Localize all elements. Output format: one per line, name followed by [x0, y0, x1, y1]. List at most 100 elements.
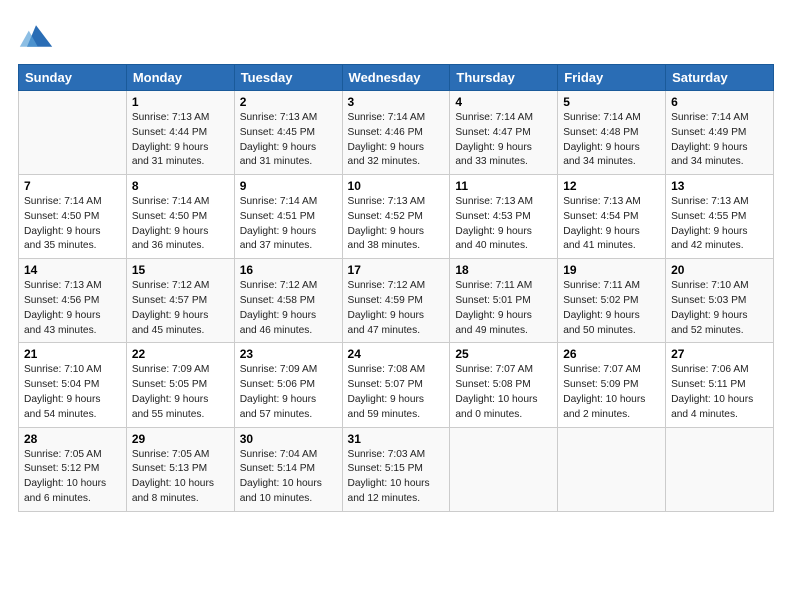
weekday-header-wednesday: Wednesday: [342, 65, 450, 91]
calendar-week-row: 1 Sunrise: 7:13 AM Sunset: 4:44 PM Daylig…: [19, 91, 774, 175]
day-number: 19: [563, 263, 660, 277]
day-info: Sunrise: 7:14 AM Sunset: 4:46 PM Dayligh…: [348, 111, 445, 170]
calendar-empty-cell: [19, 91, 127, 175]
calendar-day-7: 7Sunrise: 7:14 AM Sunset: 4:50 PM Daylig…: [19, 175, 127, 259]
calendar-day-6: 6Sunrise: 7:14 AM Sunset: 4:49 PM Daylig…: [666, 91, 774, 175]
day-number: 4: [455, 95, 552, 109]
day-number: 16: [240, 263, 337, 277]
day-number: 2: [240, 95, 337, 109]
calendar-day-23: 23 Sunrise: 7:09 AM Sunset: 5:06 PM Dayli…: [234, 343, 342, 427]
day-number: 8: [132, 179, 229, 193]
day-number: 31: [348, 432, 445, 446]
day-info: Sunrise: 7:14 AM Sunset: 4:48 PM Dayligh…: [563, 111, 660, 170]
page: SundayMondayTuesdayWednesdayThursdayFrid…: [0, 0, 792, 612]
weekday-header-saturday: Saturday: [666, 65, 774, 91]
calendar-day-4: 4Sunrise: 7:14 AM Sunset: 4:47 PM Daylig…: [450, 91, 558, 175]
day-number: 30: [240, 432, 337, 446]
day-info: Sunrise: 7:12 AM Sunset: 4:57 PM Dayligh…: [132, 279, 229, 338]
weekday-header-thursday: Thursday: [450, 65, 558, 91]
calendar-empty-cell: [558, 427, 666, 511]
calendar-day-22: 22 Sunrise: 7:09 AM Sunset: 5:05 PM Dayli…: [126, 343, 234, 427]
day-number: 20: [671, 263, 768, 277]
day-info: Sunrise: 7:04 AM Sunset: 5:14 PM Dayligh…: [240, 448, 337, 507]
day-number: 27: [671, 347, 768, 361]
day-info: Sunrise: 7:11 AM Sunset: 5:02 PM Dayligh…: [563, 279, 660, 338]
calendar-day-29: 29 Sunrise: 7:05 AM Sunset: 5:13 PM Dayli…: [126, 427, 234, 511]
day-info: Sunrise: 7:10 AM Sunset: 5:03 PM Dayligh…: [671, 279, 768, 338]
calendar-day-28: 28Sunrise: 7:05 AM Sunset: 5:12 PM Dayli…: [19, 427, 127, 511]
day-info: Sunrise: 7:13 AM Sunset: 4:44 PM Dayligh…: [132, 111, 229, 170]
calendar-day-1: 1 Sunrise: 7:13 AM Sunset: 4:44 PM Daylig…: [126, 91, 234, 175]
calendar-day-14: 14Sunrise: 7:13 AM Sunset: 4:56 PM Dayli…: [19, 259, 127, 343]
day-number: 25: [455, 347, 552, 361]
calendar-day-26: 26 Sunrise: 7:07 AM Sunset: 5:09 PM Dayli…: [558, 343, 666, 427]
day-number: 9: [240, 179, 337, 193]
calendar-day-3: 3 Sunrise: 7:14 AM Sunset: 4:46 PM Daylig…: [342, 91, 450, 175]
weekday-header-monday: Monday: [126, 65, 234, 91]
header: [18, 18, 774, 54]
weekday-header-tuesday: Tuesday: [234, 65, 342, 91]
day-info: Sunrise: 7:14 AM Sunset: 4:49 PM Dayligh…: [671, 111, 768, 170]
logo-icon: [18, 18, 54, 54]
weekday-header-sunday: Sunday: [19, 65, 127, 91]
calendar-day-12: 12 Sunrise: 7:13 AM Sunset: 4:54 PM Dayli…: [558, 175, 666, 259]
day-number: 11: [455, 179, 552, 193]
calendar-day-17: 17 Sunrise: 7:12 AM Sunset: 4:59 PM Dayli…: [342, 259, 450, 343]
logo: [18, 18, 58, 54]
calendar-week-row: 21Sunrise: 7:10 AM Sunset: 5:04 PM Dayli…: [19, 343, 774, 427]
day-number: 3: [348, 95, 445, 109]
calendar-day-25: 25 Sunrise: 7:07 AM Sunset: 5:08 PM Dayli…: [450, 343, 558, 427]
day-info: Sunrise: 7:14 AM Sunset: 4:51 PM Dayligh…: [240, 195, 337, 254]
calendar-day-20: 20 Sunrise: 7:10 AM Sunset: 5:03 PM Dayli…: [666, 259, 774, 343]
day-info: Sunrise: 7:13 AM Sunset: 4:55 PM Dayligh…: [671, 195, 768, 254]
calendar-day-16: 16 Sunrise: 7:12 AM Sunset: 4:58 PM Dayli…: [234, 259, 342, 343]
day-info: Sunrise: 7:09 AM Sunset: 5:06 PM Dayligh…: [240, 363, 337, 422]
day-info: Sunrise: 7:03 AM Sunset: 5:15 PM Dayligh…: [348, 448, 445, 507]
calendar-day-15: 15 Sunrise: 7:12 AM Sunset: 4:57 PM Dayli…: [126, 259, 234, 343]
day-info: Sunrise: 7:14 AM Sunset: 4:50 PM Dayligh…: [132, 195, 229, 254]
calendar-table: SundayMondayTuesdayWednesdayThursdayFrid…: [18, 64, 774, 512]
day-info: Sunrise: 7:13 AM Sunset: 4:45 PM Dayligh…: [240, 111, 337, 170]
day-number: 26: [563, 347, 660, 361]
calendar-day-31: 31 Sunrise: 7:03 AM Sunset: 5:15 PM Dayli…: [342, 427, 450, 511]
day-info: Sunrise: 7:07 AM Sunset: 5:09 PM Dayligh…: [563, 363, 660, 422]
day-info: Sunrise: 7:11 AM Sunset: 5:01 PM Dayligh…: [455, 279, 552, 338]
calendar-body: 1 Sunrise: 7:13 AM Sunset: 4:44 PM Daylig…: [19, 91, 774, 512]
calendar-day-8: 8 Sunrise: 7:14 AM Sunset: 4:50 PM Daylig…: [126, 175, 234, 259]
day-info: Sunrise: 7:13 AM Sunset: 4:53 PM Dayligh…: [455, 195, 552, 254]
day-number: 15: [132, 263, 229, 277]
day-number: 18: [455, 263, 552, 277]
calendar-week-row: 14Sunrise: 7:13 AM Sunset: 4:56 PM Dayli…: [19, 259, 774, 343]
day-number: 7: [24, 179, 121, 193]
calendar-day-10: 10Sunrise: 7:13 AM Sunset: 4:52 PM Dayli…: [342, 175, 450, 259]
day-info: Sunrise: 7:13 AM Sunset: 4:54 PM Dayligh…: [563, 195, 660, 254]
calendar-header: SundayMondayTuesdayWednesdayThursdayFrid…: [19, 65, 774, 91]
day-number: 24: [348, 347, 445, 361]
day-info: Sunrise: 7:07 AM Sunset: 5:08 PM Dayligh…: [455, 363, 552, 422]
day-number: 1: [132, 95, 229, 109]
day-info: Sunrise: 7:06 AM Sunset: 5:11 PM Dayligh…: [671, 363, 768, 422]
day-number: 29: [132, 432, 229, 446]
weekday-header-friday: Friday: [558, 65, 666, 91]
calendar-week-row: 7 Sunrise: 7:14 AM Sunset: 4:50 PM Daylig…: [19, 175, 774, 259]
calendar-day-18: 18 Sunrise: 7:11 AM Sunset: 5:01 PM Dayli…: [450, 259, 558, 343]
day-info: Sunrise: 7:10 AM Sunset: 5:04 PM Dayligh…: [24, 363, 121, 422]
day-number: 22: [132, 347, 229, 361]
day-info: Sunrise: 7:05 AM Sunset: 5:13 PM Dayligh…: [132, 448, 229, 507]
day-number: 17: [348, 263, 445, 277]
calendar-day-27: 27 Sunrise: 7:06 AM Sunset: 5:11 PM Dayli…: [666, 343, 774, 427]
day-info: Sunrise: 7:12 AM Sunset: 4:58 PM Dayligh…: [240, 279, 337, 338]
day-info: Sunrise: 7:13 AM Sunset: 4:52 PM Dayligh…: [348, 195, 445, 254]
weekday-header-row: SundayMondayTuesdayWednesdayThursdayFrid…: [19, 65, 774, 91]
calendar-day-24: 24Sunrise: 7:08 AM Sunset: 5:07 PM Dayli…: [342, 343, 450, 427]
day-number: 23: [240, 347, 337, 361]
calendar-day-30: 30 Sunrise: 7:04 AM Sunset: 5:14 PM Dayli…: [234, 427, 342, 511]
calendar-day-5: 5Sunrise: 7:14 AM Sunset: 4:48 PM Daylig…: [558, 91, 666, 175]
day-number: 28: [24, 432, 121, 446]
day-info: Sunrise: 7:12 AM Sunset: 4:59 PM Dayligh…: [348, 279, 445, 338]
day-number: 12: [563, 179, 660, 193]
day-number: 14: [24, 263, 121, 277]
day-number: 13: [671, 179, 768, 193]
day-info: Sunrise: 7:09 AM Sunset: 5:05 PM Dayligh…: [132, 363, 229, 422]
calendar-day-11: 11 Sunrise: 7:13 AM Sunset: 4:53 PM Dayli…: [450, 175, 558, 259]
